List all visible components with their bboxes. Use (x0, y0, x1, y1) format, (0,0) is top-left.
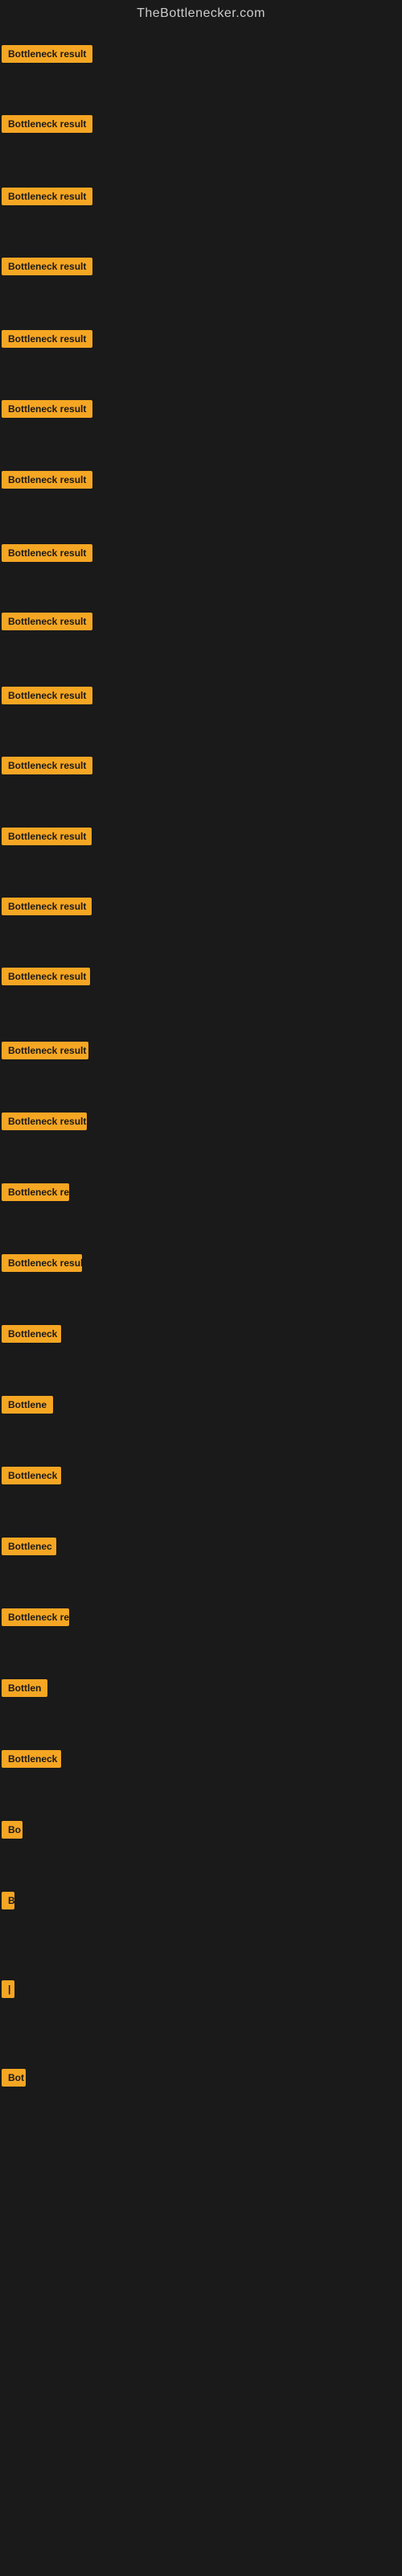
bottleneck-badge: Bottleneck result (2, 45, 92, 63)
bottleneck-item[interactable]: Bottlen (2, 1679, 47, 1701)
bottleneck-badge: Bottleneck result (2, 1113, 87, 1130)
bottleneck-item[interactable]: Bottleneck result (2, 330, 92, 352)
bottleneck-badge: | (2, 1980, 14, 1998)
bottleneck-badge: Bottleneck result (2, 687, 92, 704)
bottleneck-badge: Bottleneck (2, 1750, 61, 1768)
bottleneck-badge: Bottleneck re (2, 1608, 69, 1626)
bottleneck-badge: Bottleneck result (2, 258, 92, 275)
bottleneck-item[interactable]: Bottleneck result (2, 1113, 87, 1134)
bottleneck-badge: Bottleneck result (2, 330, 92, 348)
bottleneck-badge: Bottleneck result (2, 968, 90, 985)
bottleneck-badge: Bottlene (2, 1396, 53, 1414)
bottleneck-item[interactable]: Bo (2, 1821, 23, 1843)
bottleneck-item[interactable]: Bottleneck (2, 1750, 61, 1772)
bottleneck-item[interactable]: Bottleneck result (2, 898, 92, 919)
bottleneck-badge: Bottleneck resul (2, 1254, 82, 1272)
bottleneck-item[interactable]: Bottleneck re (2, 1608, 69, 1630)
bottleneck-badge: Bottleneck result (2, 544, 92, 562)
bottleneck-badge: Bottleneck result (2, 115, 92, 133)
site-title: TheBottlenecker.com (0, 0, 402, 27)
bottleneck-item[interactable]: B (2, 1892, 14, 1913)
bottleneck-item[interactable]: Bottleneck result (2, 1042, 88, 1063)
bottleneck-badge: Bottleneck result (2, 757, 92, 774)
bottleneck-badge: Bottleneck result (2, 1042, 88, 1059)
bottleneck-badge: Bottleneck result (2, 471, 92, 489)
bottleneck-item[interactable]: Bottleneck result (2, 188, 92, 209)
bottleneck-badge: Bottleneck re (2, 1183, 69, 1201)
bottleneck-badge: Bottlenec (2, 1538, 56, 1555)
bottleneck-item[interactable]: Bottlene (2, 1396, 53, 1418)
bottleneck-item[interactable]: Bottleneck result (2, 968, 90, 989)
bottleneck-item[interactable]: Bottleneck result (2, 45, 92, 67)
bottleneck-item[interactable]: Bottleneck result (2, 687, 92, 708)
bottleneck-item[interactable]: Bottleneck result (2, 757, 92, 778)
bottleneck-badge: Bottleneck result (2, 400, 92, 418)
bottleneck-item[interactable]: Bot (2, 2069, 26, 2091)
bottleneck-item[interactable]: Bottleneck result (2, 400, 92, 422)
bottleneck-item[interactable]: Bottleneck result (2, 828, 92, 849)
bottleneck-badge: Bottleneck result (2, 613, 92, 630)
bottleneck-item[interactable]: Bottleneck result (2, 258, 92, 279)
bottleneck-badge: Bottleneck result (2, 898, 92, 915)
bottleneck-item[interactable]: Bottleneck resul (2, 1254, 82, 1276)
bottleneck-item[interactable]: Bottleneck result (2, 544, 92, 566)
bottleneck-item[interactable]: Bottleneck result (2, 471, 92, 493)
bottleneck-badge: Bottleneck (2, 1325, 61, 1343)
bottleneck-item[interactable]: Bottleneck result (2, 613, 92, 634)
bottleneck-item[interactable]: Bottleneck re (2, 1183, 69, 1205)
bottleneck-badge: Bottleneck result (2, 828, 92, 845)
bottleneck-item[interactable]: | (2, 1980, 14, 2002)
bottleneck-item[interactable]: Bottleneck result (2, 115, 92, 137)
bottleneck-item[interactable]: Bottleneck (2, 1325, 61, 1347)
bottleneck-badge: Bottlen (2, 1679, 47, 1697)
bottleneck-badge: Bo (2, 1821, 23, 1839)
bottleneck-badge: Bot (2, 2069, 26, 2087)
bottleneck-item[interactable]: Bottlenec (2, 1538, 56, 1559)
bottleneck-badge: B (2, 1892, 14, 1909)
bottleneck-badge: Bottleneck result (2, 188, 92, 205)
bottleneck-badge: Bottleneck (2, 1467, 61, 1484)
bottleneck-item[interactable]: Bottleneck (2, 1467, 61, 1488)
